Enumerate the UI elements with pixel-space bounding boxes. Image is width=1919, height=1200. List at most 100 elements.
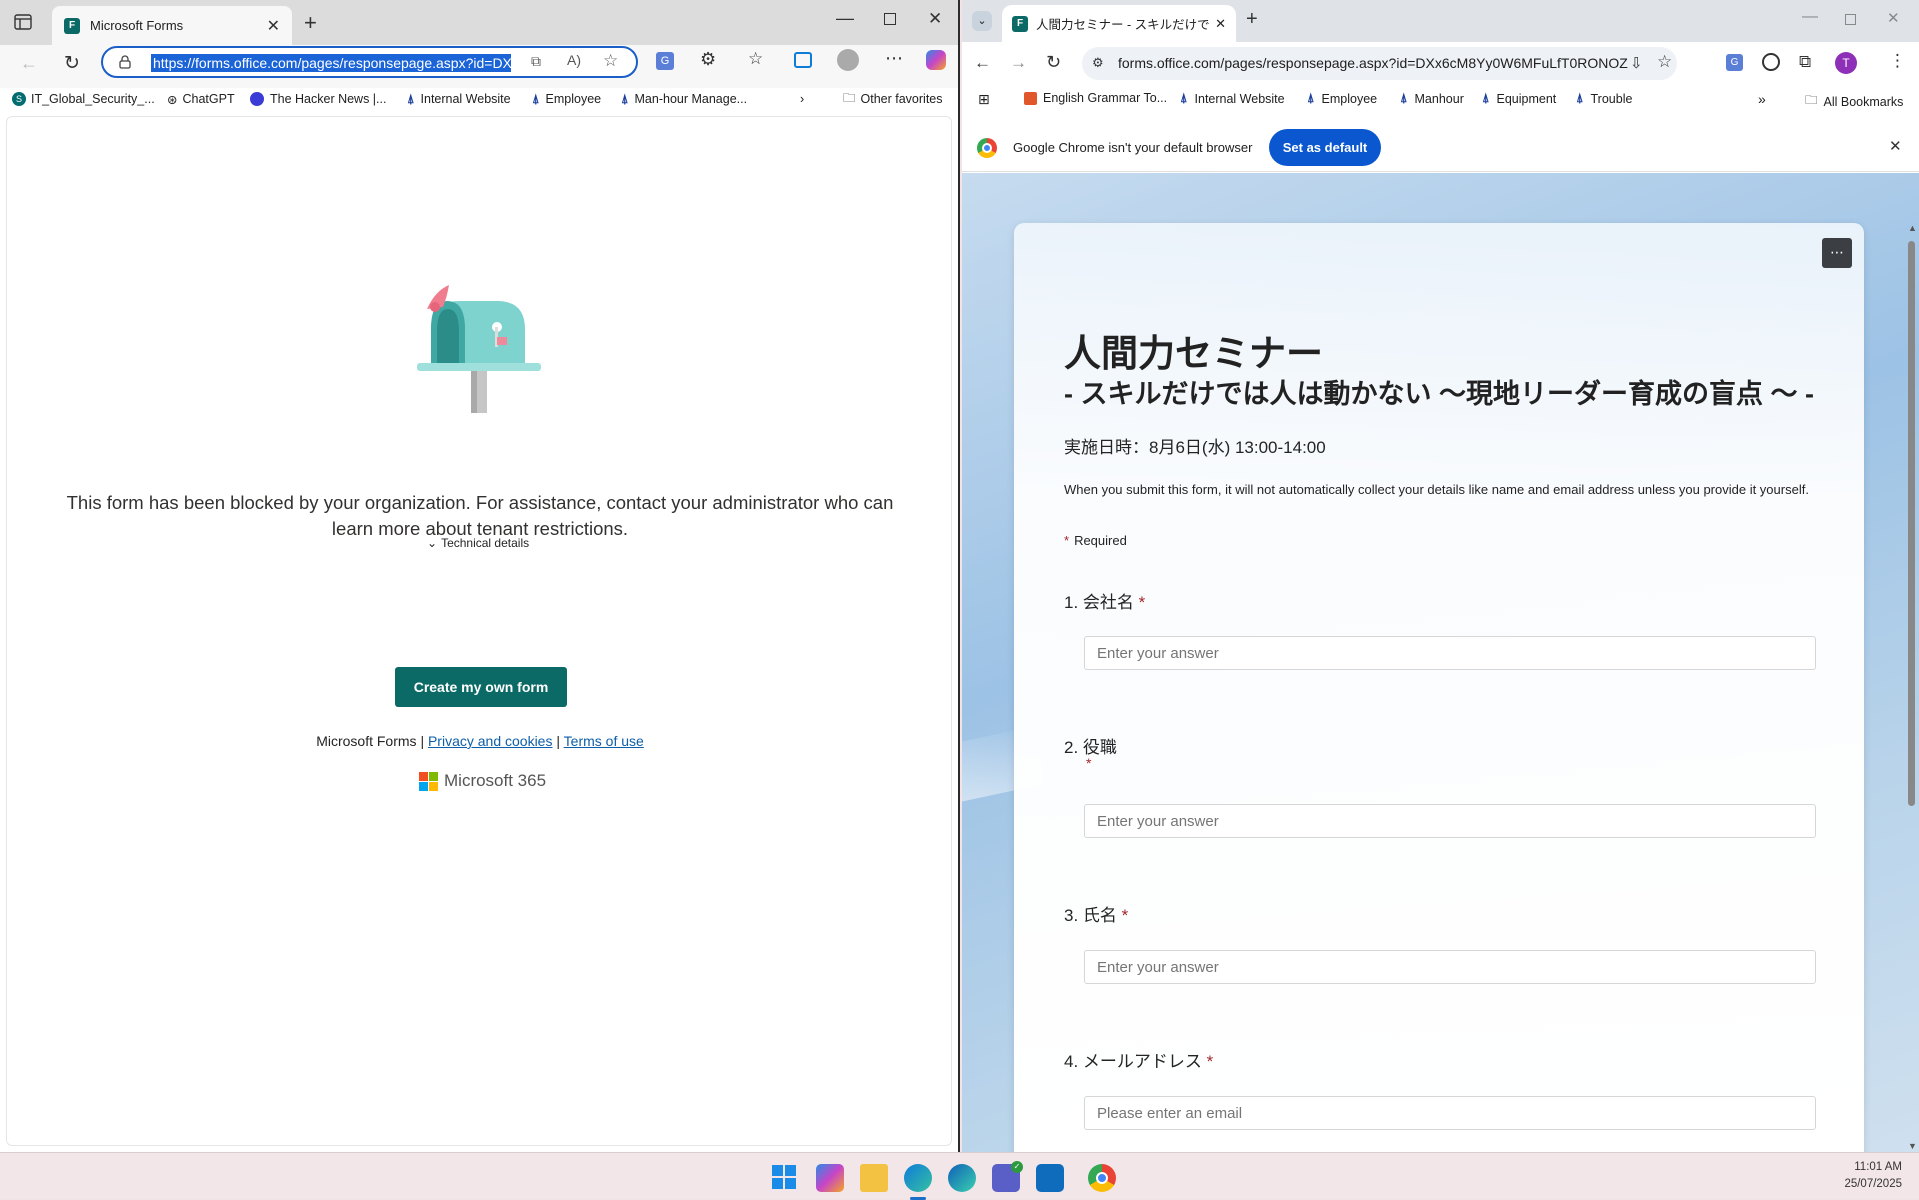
edge-window: F Microsoft Forms ✕ + — ✕ ← ↻ https://fo… [0, 0, 960, 1152]
site-info-icon[interactable]: ⚙ [1092, 55, 1104, 71]
minimize-icon[interactable]: — [836, 8, 854, 29]
chrome-tab-seminar[interactable]: F 人間力セミナー - スキルだけでは人は動かない ✕ [1002, 5, 1236, 42]
create-my-own-form-button[interactable]: Create my own form [395, 667, 567, 707]
other-favorites[interactable]: 🗀 Other favorites [843, 86, 943, 112]
bookmark-employee[interactable]: ⍋ Employee [1307, 91, 1377, 106]
minimize-icon[interactable]: — [1802, 8, 1818, 26]
tab-search-icon[interactable]: ⌄ [972, 11, 992, 31]
required-star: * [1138, 593, 1146, 612]
more-bookmarks-icon[interactable]: » [1758, 91, 1766, 107]
copilot-icon[interactable] [926, 50, 946, 70]
bookmark-chatgpt[interactable]: ⊛ ChatGPT [167, 86, 235, 112]
clock-time[interactable]: 11:01 AM [1836, 1161, 1902, 1173]
bookmark-favicon-icon [1024, 91, 1037, 105]
collections-icon[interactable] [794, 52, 812, 68]
clock-date[interactable]: 25/07/2025 [1836, 1178, 1902, 1190]
maximize-icon[interactable] [1845, 14, 1856, 25]
scrollbar[interactable]: ▲ ▼ [1906, 223, 1917, 1151]
terms-link[interactable]: Terms of use [564, 733, 644, 749]
window-close-icon[interactable]: ✕ [928, 9, 942, 29]
more-options-button[interactable]: ⋯ [1822, 238, 1852, 268]
folder-icon: 🗀 [1805, 93, 1818, 107]
chrome-omnibox[interactable]: ⚙ forms.office.com/pages/responsepage.as… [1082, 47, 1677, 80]
read-aloud-icon[interactable]: A) [567, 52, 581, 68]
chrome-logo-icon [977, 138, 997, 158]
new-tab-icon[interactable]: + [1246, 8, 1258, 31]
close-tab-icon[interactable]: ✕ [1215, 16, 1226, 32]
blocked-message-line1: This form has been blocked by your organ… [66, 492, 894, 513]
bookmark-trouble[interactable]: ⍋ Trouble [1576, 91, 1632, 106]
technical-details-toggle[interactable]: ⌄ Technical details [427, 536, 529, 550]
edge-tab-microsoft-forms[interactable]: F Microsoft Forms ✕ [52, 6, 292, 45]
question-3-input[interactable] [1084, 950, 1816, 984]
profile-avatar[interactable] [837, 49, 859, 71]
window-close-icon[interactable]: ✕ [1887, 9, 1900, 27]
file-explorer-icon[interactable] [860, 1164, 888, 1192]
question-2-input[interactable] [1084, 804, 1816, 838]
bookmark-english-grammar[interactable]: English Grammar To... [1024, 91, 1167, 105]
chrome-taskbar-icon[interactable] [1088, 1164, 1116, 1192]
edge-dev-icon[interactable] [948, 1164, 976, 1192]
extensions-icon[interactable]: ⚙ [700, 49, 716, 70]
scrollbar-thumb[interactable] [1908, 241, 1915, 806]
translate-icon[interactable]: G [1726, 54, 1743, 71]
profile-avatar[interactable]: T [1835, 52, 1857, 74]
bookmark-man-hour[interactable]: ⍋ Man-hour Manage... [621, 86, 747, 112]
forms-blocked-page: This form has been blocked by your organ… [6, 116, 952, 1146]
question-4-label: 4. メールアドレス * [1064, 1052, 1214, 1071]
bookmark-manhour[interactable]: ⍋ Manhour [1400, 91, 1464, 106]
mailbox-illustration [397, 263, 557, 423]
extension-icon[interactable] [1762, 53, 1780, 71]
privacy-link[interactable]: Privacy and cookies [428, 733, 553, 749]
windows-taskbar: ✓ 11:01 AM 25/07/2025 [0, 1152, 1919, 1200]
lock-icon [119, 55, 131, 69]
form-notice: When you submit this form, it will not a… [1064, 482, 1809, 497]
open-in-app-icon[interactable]: ⧉ [531, 53, 541, 70]
m365-copilot-icon[interactable] [816, 1164, 844, 1192]
tab-actions-icon[interactable] [14, 14, 32, 30]
chrome-url-text[interactable]: forms.office.com/pages/responsepage.aspx… [1118, 55, 1628, 71]
bookmark-internal-website[interactable]: ⍋ Internal Website [407, 86, 511, 112]
bookmark-it-global-security[interactable]: S IT_Global_Security_... [12, 86, 155, 112]
favorites-icon[interactable]: ☆ [748, 49, 763, 69]
windows-start-icon[interactable] [772, 1165, 796, 1189]
refresh-icon[interactable]: ↻ [1046, 52, 1061, 73]
all-bookmarks[interactable]: 🗀 All Bookmarks [1805, 91, 1903, 112]
close-tab-icon[interactable]: ✕ [267, 16, 280, 36]
chrome-menu-icon[interactable]: ⋮ [1889, 51, 1906, 71]
bookmark-internal-website[interactable]: ⍋ Internal Website [1180, 91, 1285, 106]
question-3-label: 3. 氏名 * [1064, 906, 1129, 925]
close-infobar-icon[interactable]: ✕ [1889, 137, 1902, 155]
forms-favicon-icon: F [1012, 15, 1028, 32]
translate-icon[interactable]: G [656, 52, 674, 70]
forward-icon[interactable]: → [1010, 53, 1027, 73]
form-date: 実施日時：8月6日(水) 13:00-14:00 [1064, 438, 1326, 457]
footer-brand: Microsoft Forms [316, 733, 417, 749]
outlook-icon[interactable] [1036, 1164, 1064, 1192]
bookmark-hacker-news[interactable]: The Hacker News |... [250, 86, 386, 112]
favorite-star-icon[interactable]: ☆ [603, 51, 618, 71]
question-1-input[interactable] [1084, 636, 1816, 670]
refresh-icon[interactable]: ↻ [64, 52, 80, 75]
bookmark-logo-icon: ⍋ [532, 91, 540, 106]
install-app-icon[interactable]: ⇩ [1630, 54, 1643, 72]
back-icon[interactable]: ← [20, 53, 38, 74]
set-as-default-button[interactable]: Set as default [1269, 129, 1381, 166]
maximize-icon[interactable] [884, 13, 896, 25]
new-tab-icon[interactable]: + [304, 10, 317, 36]
question-1-label: 1. 会社名 * [1064, 593, 1146, 612]
apps-grid-icon[interactable]: ⊞ [978, 91, 990, 108]
edge-icon[interactable] [904, 1164, 932, 1192]
bookmark-star-icon[interactable]: ☆ [1657, 52, 1672, 72]
edge-url-text[interactable]: https://forms.office.com/pages/responsep… [151, 54, 511, 72]
edge-address-bar[interactable]: https://forms.office.com/pages/responsep… [101, 46, 638, 78]
extensions-puzzle-icon[interactable]: ⧉ [1799, 52, 1811, 72]
default-browser-infobar: Google Chrome isn't your default browser… [962, 124, 1919, 172]
chevron-right-icon[interactable]: › [800, 86, 804, 112]
question-4-input[interactable] [1084, 1096, 1816, 1130]
back-icon[interactable]: ← [974, 53, 991, 73]
bookmark-equipment[interactable]: ⍋ Equipment [1482, 91, 1556, 106]
more-options-icon[interactable]: ⋯ [885, 48, 903, 69]
bookmark-logo-icon: ⍋ [1400, 91, 1408, 105]
bookmark-employee[interactable]: ⍋ Employee [532, 86, 601, 112]
